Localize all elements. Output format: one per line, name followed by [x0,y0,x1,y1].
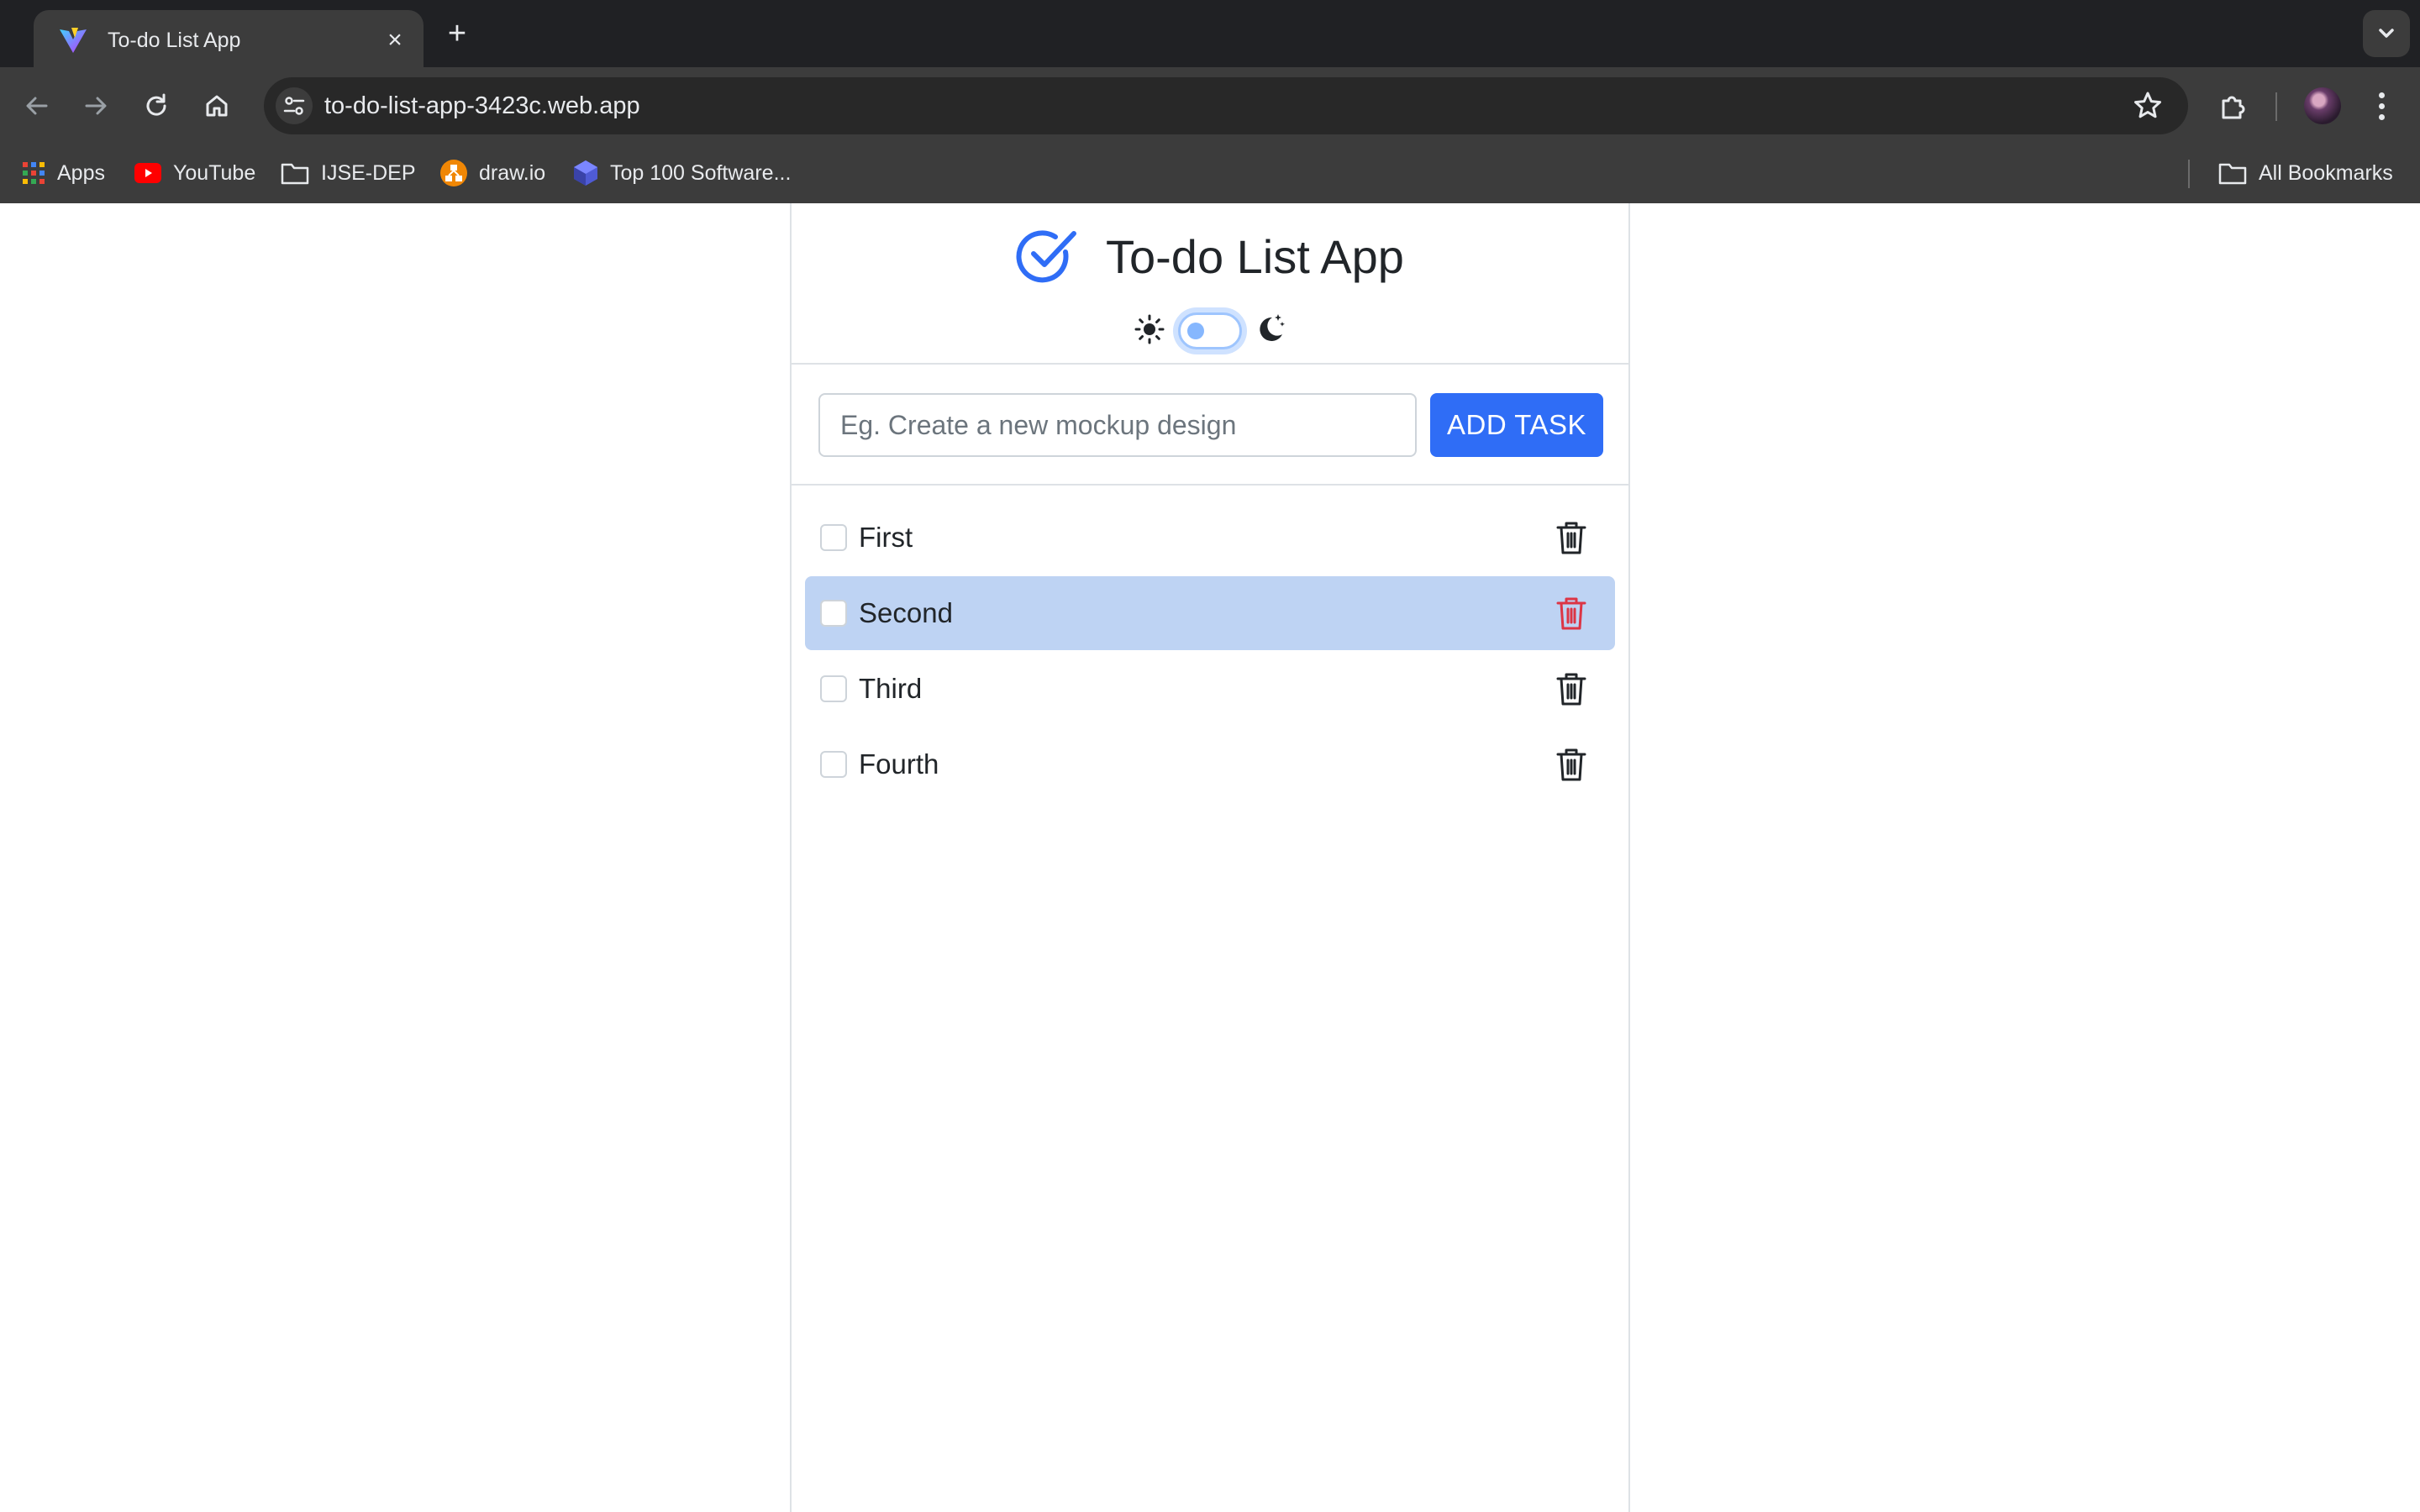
home-icon [206,95,228,117]
cube-icon [574,160,597,186]
vite-favicon-icon [60,28,87,53]
task-list: First Second Third Fourth [805,501,1615,803]
add-task-form: ADD TASK [792,365,1628,486]
app-header: To-do List App [792,203,1628,365]
youtube-icon [134,163,161,183]
todo-app-container: To-do List App ADD TASK First S [790,203,1630,1512]
bookmark-apps[interactable]: Apps [22,156,105,190]
site-settings-icon[interactable] [276,87,313,124]
browser-tab-bar: To-do List App × + [0,0,2420,67]
arrow-right-icon [85,97,107,115]
task-item[interactable]: Fourth [805,727,1615,801]
moon-icon [1260,314,1285,341]
reload-button[interactable] [133,82,180,129]
all-bookmarks-label: All Bookmarks [2259,160,2393,185]
back-button[interactable] [13,82,60,129]
toolbar-divider [2275,92,2277,121]
bookmarks-divider [2188,160,2190,188]
new-tab-icon[interactable]: + [440,17,474,50]
bookmark-label: Top 100 Software... [610,160,792,185]
browser-toolbar: to-do-list-app-3423c.web.app [0,67,2420,144]
task-label: First [859,522,913,553]
browser-menu-icon[interactable] [2363,82,2400,129]
tab-search-button[interactable] [2363,10,2410,57]
bookmark-top100[interactable]: Top 100 Software... [573,156,791,190]
puzzle-icon [2222,96,2245,119]
browser-tab[interactable]: To-do List App × [34,10,424,67]
drawio-icon [440,160,467,186]
toggle-knob [1187,323,1204,339]
task-label: Second [859,597,953,628]
task-item[interactable]: Third [805,652,1615,726]
bookmark-star-icon[interactable] [2131,89,2165,123]
task-item[interactable]: First [805,501,1615,575]
task-checkbox[interactable] [820,751,847,778]
extensions-button[interactable] [2210,82,2257,129]
profile-avatar[interactable] [2304,87,2341,124]
apps-grid-icon [23,162,45,184]
bookmark-label: YouTube [173,160,256,185]
task-label: Fourth [859,748,939,780]
app-title: To-do List App [1106,230,1404,283]
check-circle-icon [1016,230,1076,283]
tab-close-icon[interactable]: × [380,25,410,55]
sun-icon [1134,314,1165,344]
bookmark-ijse-dep[interactable]: IJSE-DEP [281,156,416,190]
trash-icon[interactable] [1553,746,1590,783]
folder-icon [2218,163,2247,185]
task-checkbox[interactable] [820,600,847,627]
task-item-highlighted[interactable]: Second [805,576,1615,650]
bookmarks-bar: Apps YouTube IJSE-DEP draw.io Top 100 So… [0,144,2420,203]
all-bookmarks[interactable]: All Bookmarks [2218,156,2393,190]
arrow-left-icon [26,97,48,115]
chevron-down-icon [2379,29,2394,38]
reload-icon [146,93,166,116]
task-label: Third [859,673,923,704]
task-checkbox[interactable] [820,675,847,702]
folder-icon [281,163,309,185]
trash-icon[interactable] [1553,595,1590,632]
forward-button[interactable] [72,82,119,129]
url-text[interactable]: to-do-list-app-3423c.web.app [324,91,640,121]
trash-icon[interactable] [1553,519,1590,556]
theme-toggle-switch[interactable] [1178,312,1242,349]
task-input[interactable] [818,393,1417,457]
add-task-button[interactable]: ADD TASK [1430,393,1603,457]
bookmark-label: draw.io [479,160,546,185]
bookmark-youtube[interactable]: YouTube [134,156,255,190]
home-button[interactable] [193,82,240,129]
bookmark-label: Apps [57,160,105,185]
bookmark-label: IJSE-DEP [321,160,416,185]
tab-title: To-do List App [108,29,241,52]
address-bar[interactable]: to-do-list-app-3423c.web.app [264,77,2188,134]
bookmark-drawio[interactable]: draw.io [440,156,545,190]
trash-icon[interactable] [1553,670,1590,707]
task-checkbox[interactable] [820,524,847,551]
